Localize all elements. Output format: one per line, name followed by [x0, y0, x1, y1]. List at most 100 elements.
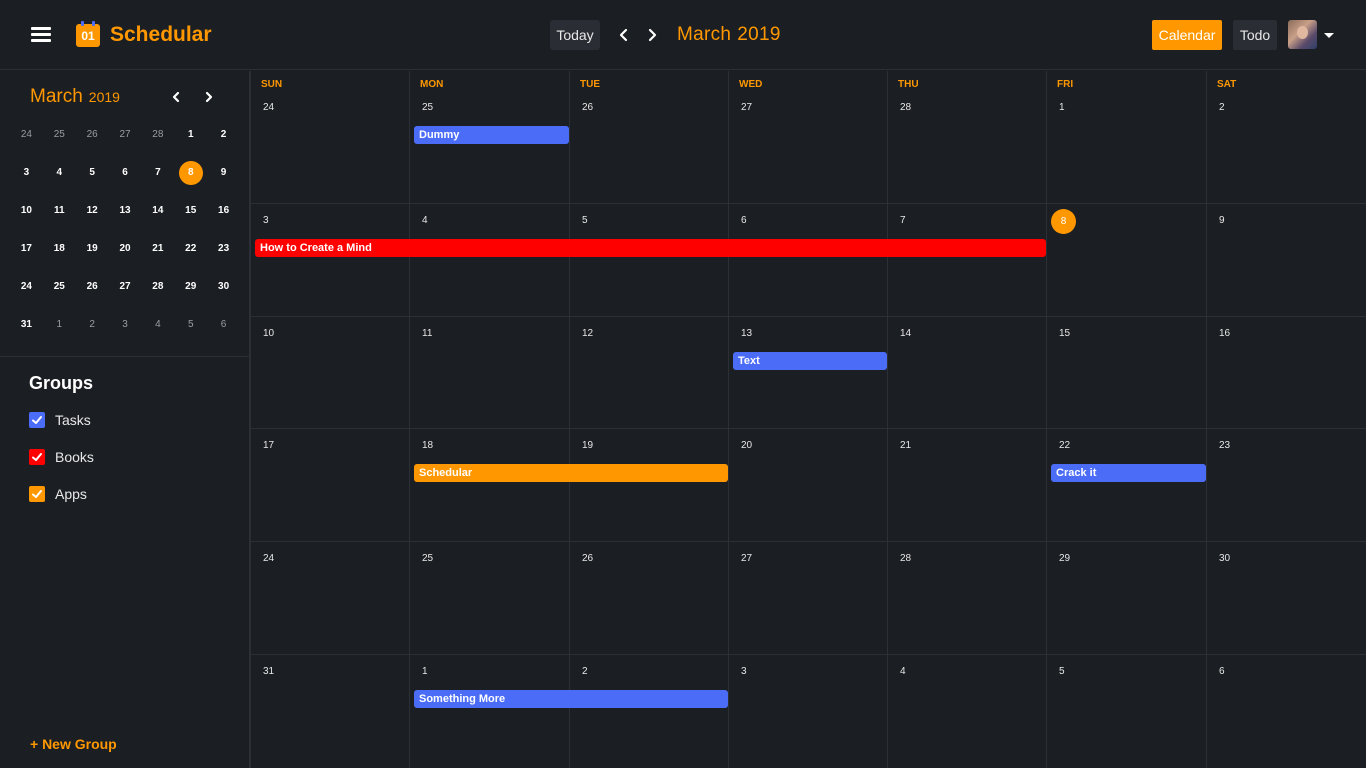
mini-calendar-day[interactable]: 10: [10, 199, 43, 223]
mini-calendar-day[interactable]: 6: [109, 161, 142, 185]
mini-calendar-day[interactable]: 3: [10, 161, 43, 185]
day-number[interactable]: 3: [741, 666, 747, 677]
day-number[interactable]: 11: [422, 328, 432, 339]
day-number[interactable]: 6: [741, 215, 747, 226]
mini-calendar-day[interactable]: 26: [76, 123, 109, 147]
day-number[interactable]: 23: [1219, 440, 1230, 451]
today-button[interactable]: Today: [550, 20, 600, 50]
day-number[interactable]: 18: [422, 440, 433, 451]
calendar-event[interactable]: Dummy: [414, 126, 569, 144]
mini-calendar-day[interactable]: 30: [207, 275, 240, 299]
menu-icon[interactable]: [31, 27, 51, 43]
mini-calendar-day-selected[interactable]: 8: [174, 161, 207, 185]
day-number[interactable]: 25: [422, 553, 433, 564]
day-number[interactable]: 13: [741, 328, 752, 339]
day-number[interactable]: 20: [741, 440, 752, 451]
mini-calendar-day[interactable]: 17: [10, 237, 43, 261]
mini-calendar-day[interactable]: 2: [207, 123, 240, 147]
day-number[interactable]: 5: [582, 215, 588, 226]
day-number[interactable]: 31: [263, 666, 274, 677]
group-checkbox[interactable]: [29, 449, 45, 465]
calendar-event[interactable]: Something More: [414, 690, 728, 708]
mini-calendar-day[interactable]: 14: [141, 199, 174, 223]
calendar-event[interactable]: How to Create a Mind: [255, 239, 1046, 257]
prev-month-button[interactable]: [617, 25, 631, 45]
mini-calendar-day[interactable]: 4: [43, 161, 76, 185]
day-number[interactable]: 24: [263, 102, 274, 113]
mini-calendar-day[interactable]: 11: [43, 199, 76, 223]
calendar-event[interactable]: Schedular: [414, 464, 728, 482]
day-number[interactable]: 5: [1059, 666, 1065, 677]
mini-calendar-day[interactable]: 9: [207, 161, 240, 185]
day-number[interactable]: 3: [263, 215, 269, 226]
mini-calendar-day[interactable]: 31: [10, 313, 43, 337]
mini-calendar-day[interactable]: 2: [76, 313, 109, 337]
group-item-books[interactable]: Books: [29, 447, 94, 467]
day-number[interactable]: 1: [1059, 102, 1065, 113]
group-item-tasks[interactable]: Tasks: [29, 410, 91, 430]
mini-calendar-day[interactable]: 1: [174, 123, 207, 147]
day-number[interactable]: 16: [1219, 328, 1230, 339]
day-number[interactable]: 19: [582, 440, 593, 451]
mini-calendar-day[interactable]: 27: [109, 123, 142, 147]
day-number[interactable]: 9: [1219, 215, 1225, 226]
day-number[interactable]: 28: [900, 102, 911, 113]
day-number[interactable]: 4: [422, 215, 428, 226]
day-number[interactable]: 4: [900, 666, 906, 677]
mini-calendar-day[interactable]: 4: [141, 313, 174, 337]
mini-calendar-day[interactable]: 24: [10, 275, 43, 299]
day-number[interactable]: 22: [1059, 440, 1070, 451]
day-number[interactable]: 6: [1219, 666, 1225, 677]
mini-calendar-day[interactable]: 25: [43, 123, 76, 147]
group-checkbox[interactable]: [29, 412, 45, 428]
mini-calendar-day[interactable]: 19: [76, 237, 109, 261]
mini-calendar-day[interactable]: 28: [141, 275, 174, 299]
day-number[interactable]: 12: [582, 328, 593, 339]
calendar-event[interactable]: Crack it: [1051, 464, 1206, 482]
group-checkbox[interactable]: [29, 486, 45, 502]
day-number[interactable]: 2: [582, 666, 588, 677]
mini-calendar-day[interactable]: 23: [207, 237, 240, 261]
mini-calendar-day[interactable]: 13: [109, 199, 142, 223]
next-month-button[interactable]: [645, 25, 659, 45]
day-number[interactable]: 25: [422, 102, 433, 113]
day-number[interactable]: 27: [741, 553, 752, 564]
mini-calendar-day[interactable]: 25: [43, 275, 76, 299]
mini-calendar-day[interactable]: 5: [76, 161, 109, 185]
calendar-event[interactable]: Text: [733, 352, 887, 370]
day-number[interactable]: 29: [1059, 553, 1070, 564]
day-number[interactable]: 2: [1219, 102, 1225, 113]
mini-calendar-day[interactable]: 5: [174, 313, 207, 337]
mini-calendar-day[interactable]: 27: [109, 275, 142, 299]
mini-calendar-day[interactable]: 29: [174, 275, 207, 299]
group-item-apps[interactable]: Apps: [29, 484, 87, 504]
mini-calendar-day[interactable]: 3: [109, 313, 142, 337]
mini-calendar-day[interactable]: 18: [43, 237, 76, 261]
day-number[interactable]: 21: [900, 440, 911, 451]
day-number[interactable]: 26: [582, 102, 593, 113]
avatar[interactable]: [1288, 20, 1317, 49]
day-number[interactable]: 24: [263, 553, 274, 564]
mini-prev-month-button[interactable]: [170, 89, 182, 105]
calendar-view-button[interactable]: Calendar: [1152, 20, 1222, 50]
today-marker[interactable]: 8: [1051, 209, 1076, 234]
mini-calendar-day[interactable]: 6: [207, 313, 240, 337]
day-number[interactable]: 28: [900, 553, 911, 564]
mini-calendar-day[interactable]: 20: [109, 237, 142, 261]
mini-calendar-day[interactable]: 12: [76, 199, 109, 223]
day-number[interactable]: 30: [1219, 553, 1230, 564]
mini-calendar-day[interactable]: 7: [141, 161, 174, 185]
day-number[interactable]: 7: [900, 215, 906, 226]
day-number[interactable]: 26: [582, 553, 593, 564]
todo-view-button[interactable]: Todo: [1233, 20, 1277, 50]
day-number[interactable]: 15: [1059, 328, 1070, 339]
day-number[interactable]: 10: [263, 328, 274, 339]
day-number[interactable]: 27: [741, 102, 752, 113]
mini-calendar-day[interactable]: 15: [174, 199, 207, 223]
mini-calendar-day[interactable]: 21: [141, 237, 174, 261]
caret-down-icon[interactable]: [1324, 33, 1334, 38]
mini-calendar-day[interactable]: 24: [10, 123, 43, 147]
new-group-button[interactable]: + New Group: [30, 736, 117, 752]
day-number[interactable]: 14: [900, 328, 911, 339]
mini-calendar-day[interactable]: 28: [141, 123, 174, 147]
